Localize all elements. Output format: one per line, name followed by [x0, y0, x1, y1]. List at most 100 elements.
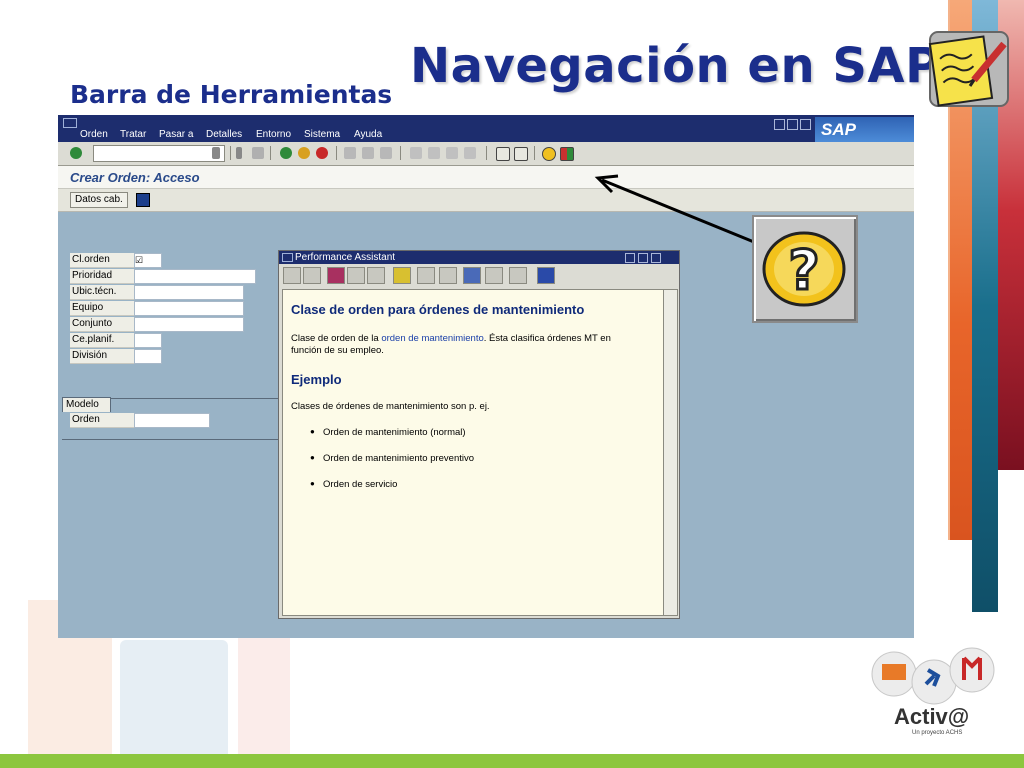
paragraph-text-line2: función de su empleo.: [291, 345, 384, 356]
sap-menubar: Orden Tratar Pasar a Detalles Entorno Si…: [58, 115, 914, 142]
arrow-left-icon[interactable]: [236, 147, 242, 159]
new-session-icon[interactable]: [496, 147, 510, 161]
close-x-icon[interactable]: [537, 267, 555, 284]
deco-ghost-shape-right: [238, 630, 290, 760]
command-field[interactable]: [93, 145, 225, 162]
glossary-icon[interactable]: [417, 267, 435, 284]
functional-location-input[interactable]: [134, 285, 244, 300]
example-heading: Ejemplo: [291, 372, 342, 387]
cancel-icon[interactable]: [316, 147, 328, 159]
division-input[interactable]: [134, 349, 162, 364]
svg-text:?: ?: [788, 239, 819, 302]
priority-input[interactable]: [134, 269, 256, 284]
menu-ayuda[interactable]: Ayuda: [354, 129, 382, 140]
menu-sistema[interactable]: Sistema: [304, 129, 340, 140]
order-type-input[interactable]: ☑: [134, 253, 162, 268]
field-label-planning-plant: Ce.planif.: [70, 333, 134, 348]
assembly-input[interactable]: [134, 317, 244, 332]
brand-name: Activ@: [894, 704, 970, 729]
slide-subtitle: Barra de Herramientas: [70, 80, 393, 109]
forward-arrow-icon[interactable]: [303, 267, 321, 284]
header-data-button[interactable]: Datos cab.: [70, 192, 128, 208]
model-group-tab: Modelo: [62, 397, 111, 412]
toolbar-separator: [400, 146, 401, 160]
technical-info-icon[interactable]: [347, 267, 365, 284]
callout-arrow: [594, 174, 755, 244]
notepad-pencil-icon: [928, 30, 1010, 108]
screen-title: Crear Orden: Acceso: [70, 170, 200, 185]
exit-icon[interactable]: [298, 147, 310, 159]
print-icon[interactable]: [509, 267, 527, 284]
last-page-icon[interactable]: [464, 147, 476, 159]
brand-tagline: Un proyecto ACHS: [912, 730, 963, 736]
book-icon[interactable]: [327, 267, 345, 284]
edit-icon[interactable]: [367, 267, 385, 284]
assistant-scrollbar[interactable]: [663, 289, 678, 616]
toolbar-separator: [336, 146, 337, 160]
performance-assistant-window: Performance Assistant Clase de orden par…: [278, 250, 680, 619]
menu-detalles[interactable]: Detalles: [206, 129, 242, 140]
sap-logo-text: SAP: [821, 120, 856, 139]
back-icon[interactable]: [280, 147, 292, 159]
prev-page-icon[interactable]: [428, 147, 440, 159]
extended-help-icon[interactable]: [393, 267, 411, 284]
first-page-icon[interactable]: [410, 147, 422, 159]
save-icon[interactable]: [252, 147, 264, 159]
deco-ghost-shape-mid: [120, 640, 228, 760]
assistant-heading: Clase de orden para órdenes de mantenimi…: [291, 302, 585, 317]
footer-bar: [0, 754, 1024, 768]
display-icon[interactable]: [439, 267, 457, 284]
maintenance-order-link[interactable]: orden de mantenimiento: [381, 333, 483, 344]
print-icon[interactable]: [344, 147, 356, 159]
field-label-model-order: Orden: [70, 413, 134, 428]
assistant-title: Performance Assistant: [295, 252, 396, 263]
field-label-division: División: [70, 349, 134, 364]
minimize-icon[interactable]: [774, 119, 785, 130]
maximize-icon[interactable]: [638, 253, 648, 263]
menu-pasar-a[interactable]: Pasar a: [159, 129, 193, 140]
example-intro: Clases de órdenes de mantenimiento son p…: [291, 401, 490, 412]
field-label-functional-location: Ubic.técn.: [70, 285, 134, 300]
paragraph-text: Clase de orden de la: [291, 333, 382, 344]
menu-entorno[interactable]: Entorno: [256, 129, 291, 140]
shortcut-icon[interactable]: [514, 147, 528, 161]
field-label-priority: Prioridad: [70, 269, 134, 284]
toolbar-separator: [270, 146, 271, 160]
assistant-paragraph: Clase de orden de la orden de mantenimie…: [291, 333, 651, 357]
list-item: Orden de servicio: [310, 479, 398, 490]
close-icon[interactable]: [651, 253, 661, 263]
minimize-icon[interactable]: [625, 253, 635, 263]
enter-check-icon[interactable]: [70, 147, 82, 159]
settings-icon[interactable]: [463, 267, 481, 284]
help-icon[interactable]: [542, 147, 556, 161]
dropdown-icon[interactable]: [212, 147, 220, 159]
menu-orden[interactable]: Orden: [80, 129, 108, 140]
planning-plant-input[interactable]: [134, 333, 162, 348]
model-order-input[interactable]: [134, 413, 210, 428]
help-question-icon: ?: [752, 215, 858, 323]
maximize-icon[interactable]: [787, 119, 798, 130]
activa-logo: Activ@ Un proyecto ACHS: [864, 646, 1004, 738]
standard-toolbar: [58, 142, 914, 166]
layout-icon[interactable]: [560, 147, 574, 161]
close-icon[interactable]: [800, 119, 811, 130]
find-next-icon[interactable]: [380, 147, 392, 159]
equipment-input[interactable]: [134, 301, 244, 316]
system-menu-icon[interactable]: [282, 253, 293, 262]
toolbar-separator: [230, 146, 231, 160]
paragraph-text: . Ésta clasifica órdenes MT en: [483, 333, 611, 344]
assistant-toolbar: [279, 265, 679, 285]
back-arrow-icon[interactable]: [283, 267, 301, 284]
system-menu-icon[interactable]: [63, 118, 77, 128]
toolbar-separator: [486, 146, 487, 160]
menu-tratar[interactable]: Tratar: [120, 129, 146, 140]
copy-icon[interactable]: [485, 267, 503, 284]
slide-title: Navegación en SAP: [410, 38, 941, 94]
find-icon[interactable]: [362, 147, 374, 159]
field-label-assembly: Conjunto: [70, 317, 134, 332]
refresh-icon[interactable]: [136, 193, 150, 207]
list-item: Orden de mantenimiento preventivo: [310, 453, 474, 464]
next-page-icon[interactable]: [446, 147, 458, 159]
assistant-title-bar: Performance Assistant: [279, 251, 679, 264]
assistant-content: Clase de orden para órdenes de mantenimi…: [282, 289, 664, 616]
